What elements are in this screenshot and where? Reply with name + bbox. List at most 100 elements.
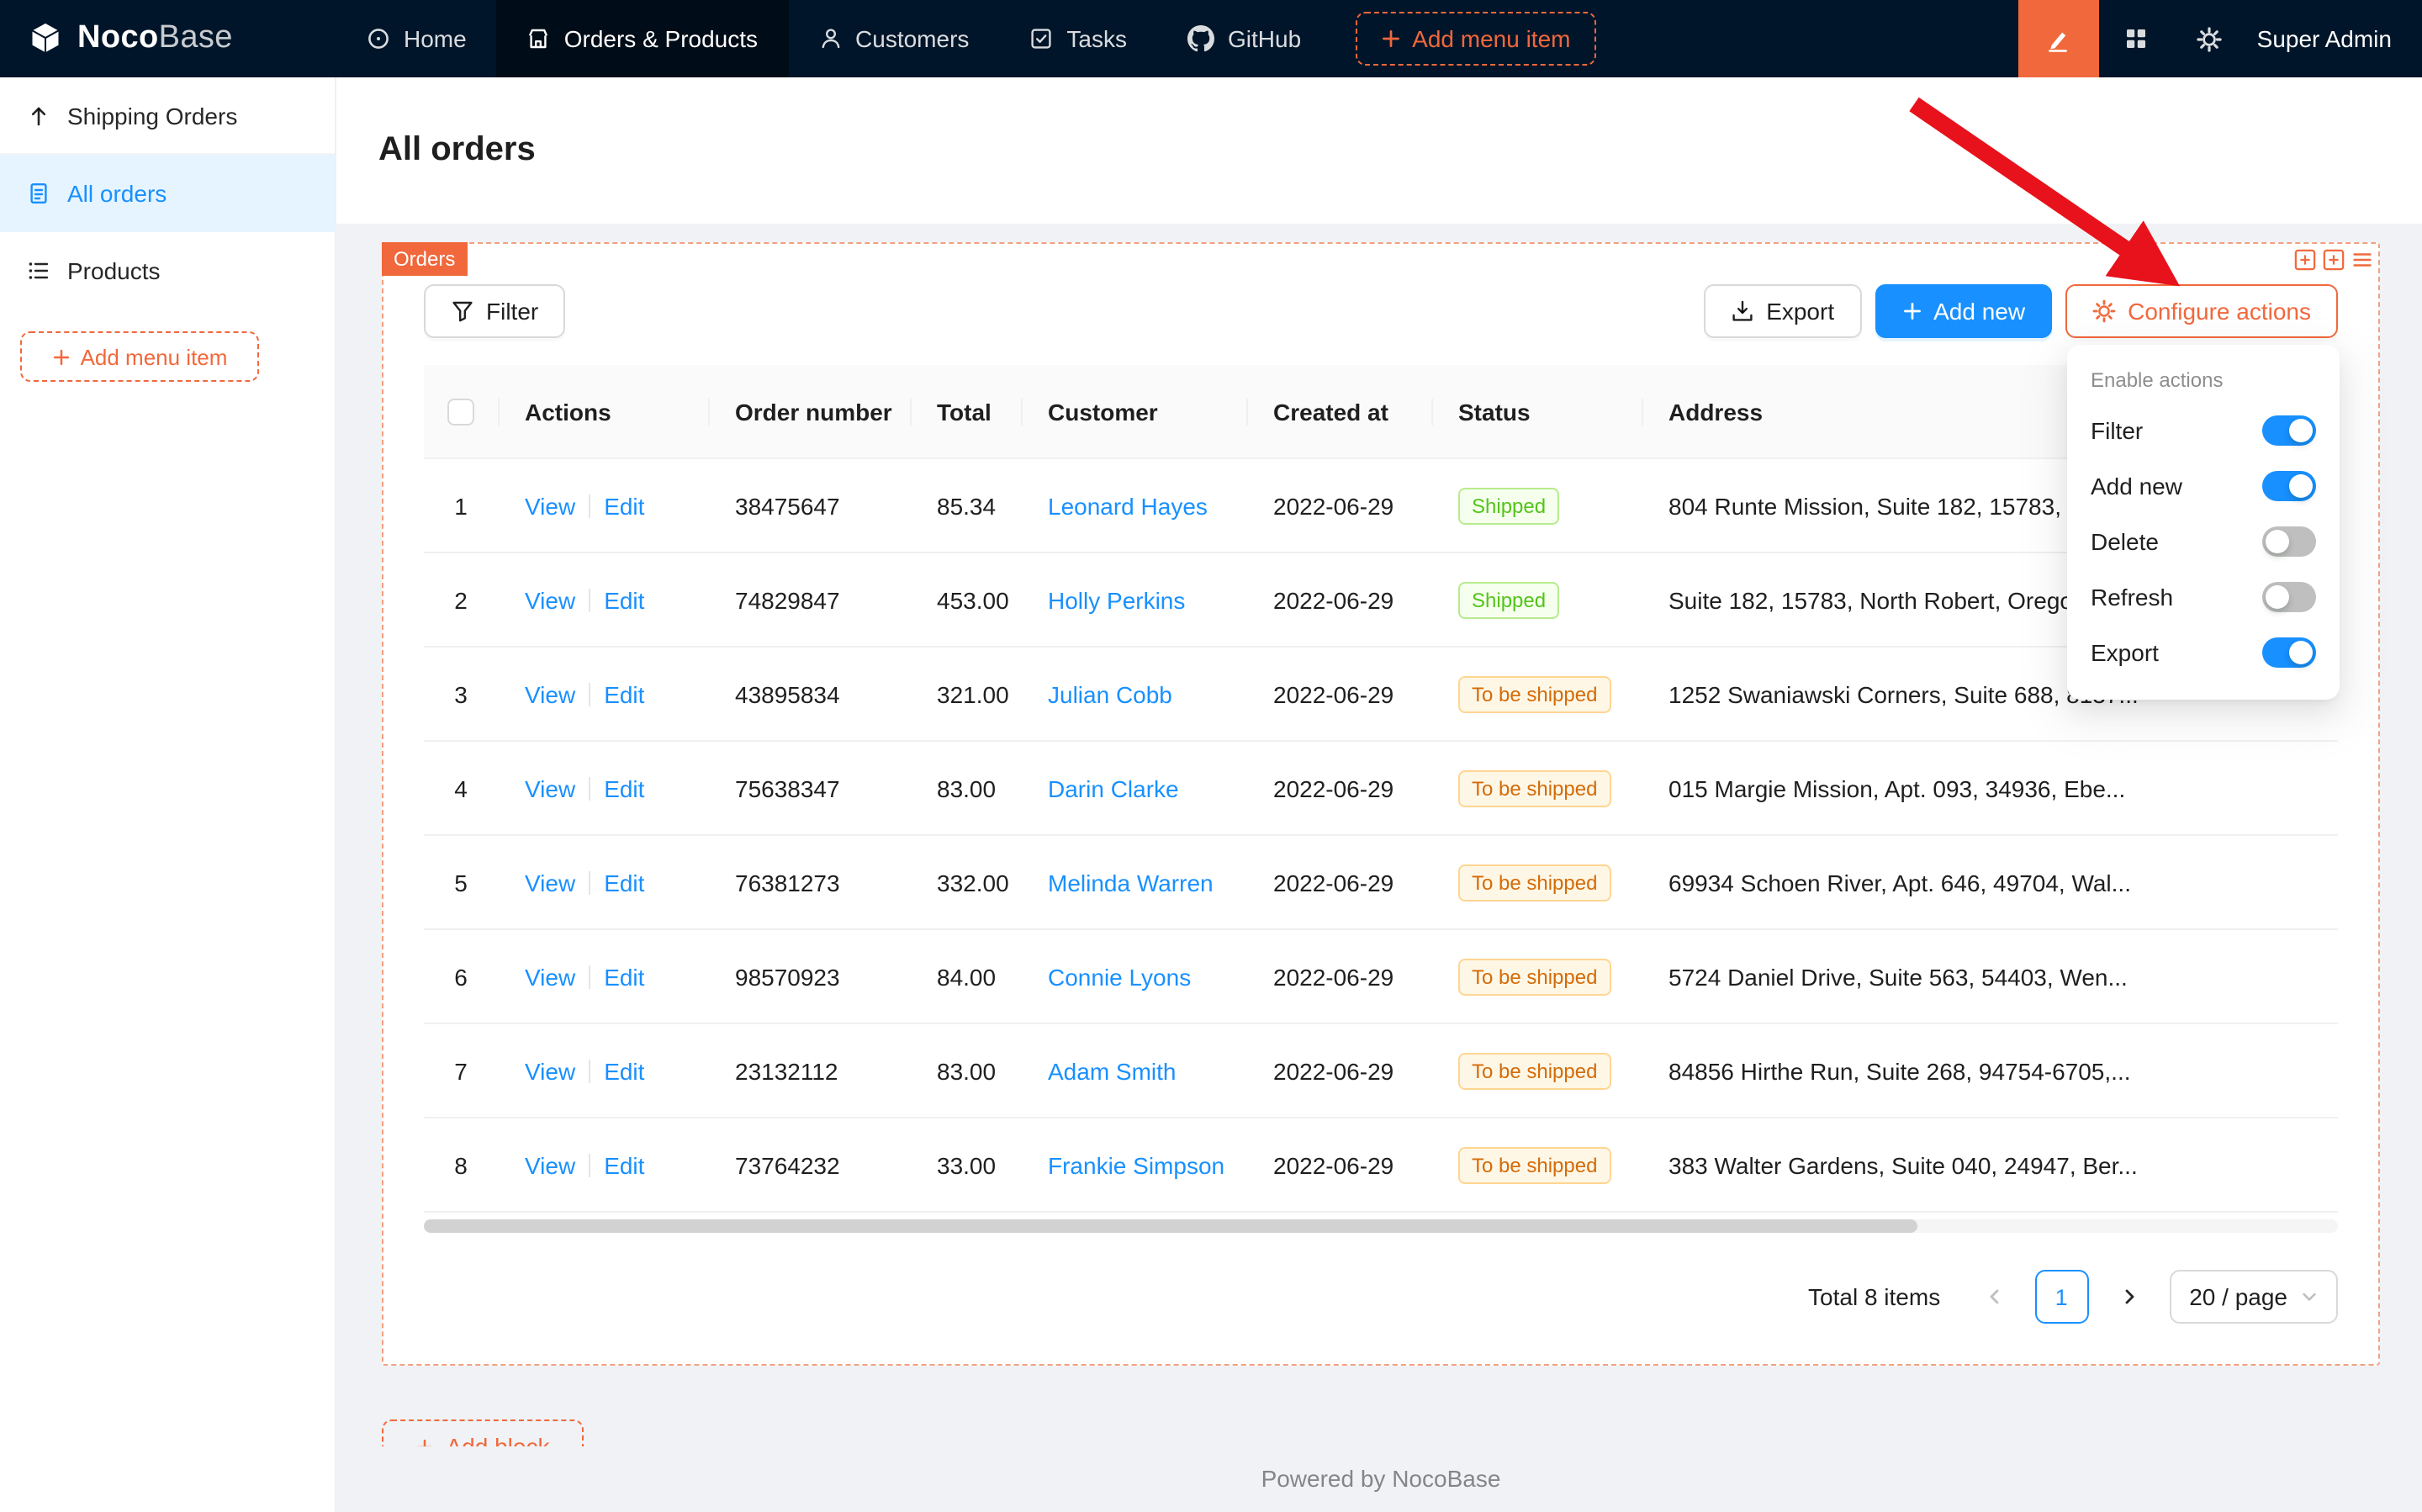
main-nav: Home Orders & Products Customers Tasks	[336, 0, 1331, 77]
enable-action-add-new[interactable]: Add new	[2087, 457, 2319, 513]
main-area: All orders Orders Filter	[336, 77, 2422, 1512]
row-index: 5	[424, 869, 498, 896]
export-label: Export	[1766, 298, 1834, 325]
block-menu-icon[interactable]	[2350, 247, 2373, 271]
nav-orders-products-label: Orders & Products	[564, 25, 758, 52]
edit-link[interactable]: Edit	[604, 1151, 644, 1178]
enable-action-refresh[interactable]: Refresh	[2087, 568, 2319, 624]
export-toggle[interactable]	[2262, 637, 2316, 667]
view-link[interactable]: View	[525, 586, 575, 613]
row-index: 4	[424, 775, 498, 801]
home-icon	[367, 27, 390, 50]
view-link[interactable]: View	[525, 680, 575, 707]
add-block-square-icon-2[interactable]	[2321, 247, 2345, 271]
add-new-button[interactable]: Add new	[1875, 284, 2052, 338]
sidebar-item-products-label: Products	[67, 257, 161, 284]
enable-action-delete[interactable]: Delete	[2087, 513, 2319, 568]
nav-orders-products[interactable]: Orders & Products	[497, 0, 788, 77]
created-at-cell: 2022-06-29	[1246, 680, 1431, 707]
enable-actions-dropdown: Enable actions Filter Add new Delete	[2067, 345, 2340, 700]
header-right: Super Admin	[2018, 0, 2422, 77]
page-size-select[interactable]: 20 / page	[2169, 1270, 2338, 1324]
grid-icon	[2124, 27, 2148, 50]
row-index: 8	[424, 1151, 498, 1178]
page-1-button[interactable]: 1	[2034, 1270, 2088, 1324]
customer-link[interactable]: Connie Lyons	[1048, 963, 1191, 990]
plugins-button[interactable]	[2099, 0, 2173, 77]
plus-icon	[416, 1437, 435, 1446]
view-link[interactable]: View	[525, 1057, 575, 1084]
customer-link[interactable]: Leonard Hayes	[1048, 492, 1208, 519]
total-cell: 84.00	[910, 963, 1021, 990]
edit-link[interactable]: Edit	[604, 869, 644, 896]
edit-link[interactable]: Edit	[604, 963, 644, 990]
customer-link[interactable]: Holly Perkins	[1048, 586, 1185, 613]
col-select	[424, 398, 498, 425]
sidebar-item-all-orders[interactable]: All orders	[0, 155, 335, 232]
configure-actions-button[interactable]: Configure actions	[2065, 284, 2338, 338]
view-link[interactable]: View	[525, 775, 575, 801]
nav-customers[interactable]: Customers	[788, 0, 999, 77]
sidebar-item-products[interactable]: Products	[0, 232, 335, 309]
order-number-cell: 98570923	[708, 963, 910, 990]
enable-action-export[interactable]: Export	[2087, 624, 2319, 679]
add-block-square-icon[interactable]	[2292, 247, 2316, 271]
plus-icon	[52, 347, 71, 366]
edit-link[interactable]: Edit	[604, 586, 644, 613]
sidebar-item-shipping-orders[interactable]: Shipping Orders	[0, 77, 335, 155]
customer-link[interactable]: Adam Smith	[1048, 1057, 1177, 1084]
status-badge: To be shipped	[1458, 1146, 1610, 1183]
edit-link[interactable]: Edit	[604, 680, 644, 707]
ui-editor-button[interactable]	[2018, 0, 2099, 77]
user-menu[interactable]: Super Admin	[2247, 0, 2422, 77]
add-block-button[interactable]: Add block	[382, 1419, 584, 1446]
delete-toggle[interactable]	[2262, 526, 2316, 556]
next-page-button[interactable]	[2102, 1270, 2155, 1324]
export-button[interactable]: Export	[1704, 284, 1861, 338]
horizontal-scrollbar-thumb[interactable]	[424, 1219, 1917, 1233]
nav-tasks[interactable]: Tasks	[999, 0, 1157, 77]
view-link[interactable]: View	[525, 1151, 575, 1178]
filter-toggle[interactable]	[2262, 415, 2316, 445]
settings-button[interactable]	[2173, 0, 2247, 77]
order-number-cell: 74829847	[708, 586, 910, 613]
sidebar-add-menu-item-label: Add menu item	[81, 344, 228, 369]
enable-action-filter[interactable]: Filter	[2087, 402, 2319, 457]
add-new-toggle[interactable]	[2262, 470, 2316, 500]
order-number-cell: 76381273	[708, 869, 910, 896]
arrow-up-icon	[27, 103, 50, 127]
address-cell: 69934 Schoen River, Apt. 646, 49704, Wal…	[1642, 869, 2338, 896]
view-link[interactable]: View	[525, 492, 575, 519]
configure-actions-label: Configure actions	[2128, 298, 2311, 325]
edit-link[interactable]: Edit	[604, 492, 644, 519]
refresh-toggle[interactable]	[2262, 581, 2316, 611]
customer-link[interactable]: Melinda Warren	[1048, 869, 1214, 896]
nav-github-label: GitHub	[1228, 25, 1301, 52]
header-add-menu-item-button[interactable]: Add menu item	[1355, 12, 1595, 66]
edit-link[interactable]: Edit	[604, 775, 644, 801]
customer-link[interactable]: Julian Cobb	[1048, 680, 1172, 707]
page-header: All orders	[336, 77, 2422, 224]
block-designer-icons	[2292, 247, 2373, 271]
page-size-value: 20 / page	[2189, 1283, 2287, 1310]
nav-home-label: Home	[404, 25, 467, 52]
edit-link[interactable]: Edit	[604, 1057, 644, 1084]
created-at-cell: 2022-06-29	[1246, 1057, 1431, 1084]
view-link[interactable]: View	[525, 869, 575, 896]
nav-github[interactable]: GitHub	[1157, 0, 1331, 77]
filter-button[interactable]: Filter	[424, 284, 565, 338]
view-link[interactable]: View	[525, 963, 575, 990]
add-block-clip: Add block	[382, 1419, 2380, 1446]
customer-link[interactable]: Frankie Simpson	[1048, 1151, 1224, 1178]
table-row: 3 ViewEdit 43895834 321.00 Julian Cobb 2…	[424, 648, 2338, 742]
prev-page-button[interactable]	[1967, 1270, 2021, 1324]
col-actions: Actions	[498, 398, 708, 425]
customer-link[interactable]: Darin Clarke	[1048, 775, 1179, 801]
select-all-checkbox[interactable]	[447, 398, 474, 425]
nav-home[interactable]: Home	[336, 0, 497, 77]
row-index: 1	[424, 492, 498, 519]
logo: NocoBase	[0, 0, 336, 77]
sidebar-add-menu-item-button[interactable]: Add menu item	[20, 331, 259, 382]
address-cell: 84856 Hirthe Run, Suite 268, 94754-6705,…	[1642, 1057, 2338, 1084]
content-area: Orders Filter Export	[336, 224, 2422, 1492]
